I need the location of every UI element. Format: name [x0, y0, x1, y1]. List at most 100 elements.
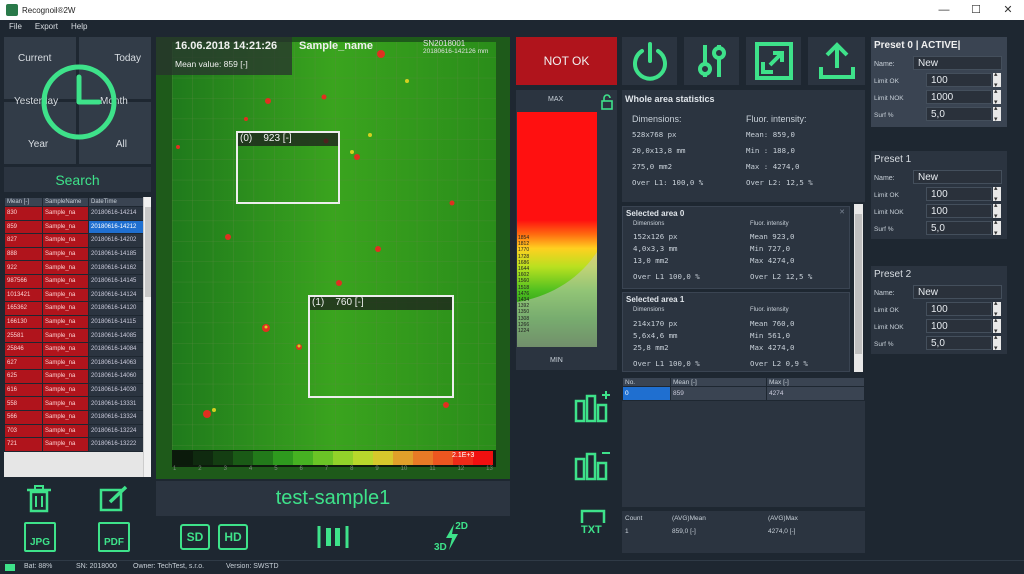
results-col-no[interactable]: No.	[622, 377, 671, 387]
row-mean: 1013421	[4, 287, 43, 303]
summary-table-panel: Count (AVG)Mean (AVG)Max 1 859,0 [-] 427…	[622, 511, 865, 553]
table-row[interactable]: 827 Sample_na 20180616-14202	[4, 233, 151, 248]
table-row[interactable]: 1013421 Sample_na 20180616-14124	[4, 287, 151, 303]
table-row[interactable]: 165362 Sample_na 20180616-14120	[4, 301, 151, 316]
preset-surf-input[interactable]: 5,0	[926, 107, 992, 121]
edit-icon[interactable]	[98, 485, 130, 513]
results-col-mean[interactable]: Mean [-]	[670, 377, 767, 387]
preset-1[interactable]: Preset 1 Name: New Limit OK 100 Limit NOK 100 S…	[871, 151, 1007, 239]
row-samplename: Sample_na	[42, 273, 89, 289]
table-row[interactable]: 566 Sample_na 20180616-13324	[4, 409, 151, 425]
maximize-button[interactable]: ☐	[960, 0, 992, 20]
colorbar-panel: MAX 1854 1812 1770 1728 1686 1644 1602 1560 1518…	[516, 90, 617, 370]
preset-limit-ok-input[interactable]: 100	[926, 302, 992, 316]
area0-fluor-label: Fluor. intensity	[750, 221, 789, 227]
areas-scrollbar[interactable]	[854, 204, 863, 372]
export-pdf-button[interactable]: PDF	[98, 522, 130, 552]
row-datetime: 20180616-14214	[88, 206, 151, 221]
add-area-icon[interactable]	[574, 389, 612, 423]
preset-limit-nok-input[interactable]: 100	[926, 319, 992, 333]
table-row[interactable]: 703 Sample_na 20180616-13224	[4, 423, 151, 439]
table-row[interactable]: 625 Sample_na 20180616-14060	[4, 369, 151, 384]
fit-width-icon[interactable]	[316, 523, 350, 551]
table-row[interactable]: 987566 Sample_na 20180616-14145	[4, 273, 151, 289]
table-row[interactable]: 859 Sample_na 20180616-14212	[4, 219, 151, 235]
view-2d-3d-toggle[interactable]: 2D 3D	[432, 521, 468, 553]
preset-surf-stepper[interactable]	[993, 104, 1001, 123]
row-datetime: 20180616-14115	[88, 314, 151, 330]
export-jpg-button[interactable]: JPG	[24, 522, 56, 552]
row-samplename: Sample_na	[42, 314, 89, 330]
preset-name-input[interactable]: New	[913, 170, 1002, 184]
preset-surf-input[interactable]: 5,0	[926, 336, 992, 350]
preset-limit-nok-stepper[interactable]	[993, 201, 1001, 220]
table-row[interactable]: 25581 Sample_na 20180616-14085	[4, 328, 151, 343]
menu-help[interactable]: Help	[71, 20, 87, 33]
preset-limit-ok-input[interactable]: 100	[926, 187, 992, 201]
close-button[interactable]: ✕	[992, 0, 1024, 20]
preset-nok-label: Limit NOK	[874, 95, 904, 102]
whole-fluor-label: Fluor. intensity:	[746, 114, 807, 124]
row-samplename: Sample_na	[42, 233, 89, 248]
preset-surf-input[interactable]: 5,0	[926, 221, 992, 235]
table-scrollbar[interactable]	[143, 197, 151, 477]
table-scrollbar-thumb[interactable]	[145, 207, 151, 297]
preset-0[interactable]: Preset 0 | ACTIVE| Name: New Limit OK 100 Lim…	[871, 37, 1007, 127]
table-row[interactable]: 627 Sample_na 20180616-14063	[4, 355, 151, 371]
table-row[interactable]: 888 Sample_na 20180616-14185	[4, 246, 151, 262]
preset-limit-ok-input[interactable]: 100	[926, 73, 992, 87]
preset-name-input[interactable]: New	[913, 56, 1002, 70]
whole-area-title: Whole area statistics	[625, 94, 715, 104]
preset-limit-nok-stepper[interactable]	[993, 316, 1001, 335]
expand-button[interactable]	[746, 37, 801, 85]
table-row[interactable]: 830 Sample_na 20180616-14214	[4, 206, 151, 221]
preset-limit-ok-stepper[interactable]	[993, 299, 1001, 318]
preset-limit-nok-input[interactable]: 1000	[926, 90, 992, 104]
table-row[interactable]: 922 Sample_na 20180616-14162	[4, 260, 151, 275]
roi-area-1[interactable]: (1) 760 [-]	[308, 295, 454, 398]
results-col-max[interactable]: Max [-]	[766, 377, 865, 387]
close-icon[interactable]: ✕	[839, 208, 845, 216]
table-row[interactable]: 25846 Sample_na 20180616-14084	[4, 341, 151, 357]
export-txt-button[interactable]: TXT	[578, 509, 608, 541]
preset-limit-ok-stepper[interactable]	[993, 184, 1001, 203]
power-button[interactable]	[622, 37, 677, 85]
menu-file[interactable]: File	[9, 20, 22, 33]
settings-button[interactable]	[684, 37, 739, 85]
table-row[interactable]: 166130 Sample_na 20180616-14115	[4, 314, 151, 330]
results-row[interactable]: 0 859 4274	[622, 386, 865, 401]
lock-icon[interactable]	[600, 94, 614, 110]
col-samplename[interactable]: SampleName	[42, 197, 89, 207]
preset-name-input[interactable]: New	[913, 285, 1002, 299]
row-mean: 558	[4, 396, 43, 411]
col-datetime[interactable]: DateTime	[88, 197, 151, 207]
delete-icon[interactable]	[24, 485, 54, 513]
remove-area-icon[interactable]	[574, 447, 612, 481]
fluorescence-image[interactable]	[156, 37, 510, 479]
preset-limit-ok-stepper[interactable]	[993, 70, 1001, 89]
result-status-button[interactable]: NOT OK	[516, 37, 617, 85]
areas-scrollbar-thumb[interactable]	[855, 214, 862, 354]
table-row[interactable]: 558 Sample_na 20180616-13331	[4, 396, 151, 411]
selected-area-0[interactable]: Selected area 0 ✕ Dimensions Fluor. inte…	[622, 206, 850, 289]
sample-title-bar: test-sample1	[156, 481, 510, 516]
preset-limit-nok-stepper[interactable]	[993, 87, 1001, 106]
hd-button[interactable]: HD	[218, 524, 248, 550]
table-row[interactable]: 616 Sample_na 20180616-14030	[4, 382, 151, 398]
row-mean: 922	[4, 260, 43, 275]
table-row[interactable]: 721 Sample_na 20180616-13222	[4, 437, 151, 452]
minimize-button[interactable]: —	[928, 0, 960, 20]
preset-surf-stepper[interactable]	[993, 333, 1001, 352]
preset-2[interactable]: Preset 2 Name: New Limit OK 100 Limit NOK 100 S…	[871, 266, 1007, 354]
search-button[interactable]: Search	[4, 167, 151, 192]
menu-export[interactable]: Export	[35, 20, 58, 33]
preset-limit-nok-input[interactable]: 100	[926, 204, 992, 218]
roi-area-0[interactable]: (0) 923 [-]	[236, 131, 340, 204]
colorbar-tick: 1224	[518, 328, 530, 335]
selected-area-1[interactable]: Selected area 1 Dimensions Fluor. intens…	[622, 292, 850, 372]
sample-table-header: Mean [-] SampleName DateTime	[4, 197, 151, 207]
preset-surf-stepper[interactable]	[993, 218, 1001, 237]
col-mean[interactable]: Mean [-]	[4, 197, 43, 207]
sd-button[interactable]: SD	[180, 524, 210, 550]
upload-button[interactable]	[808, 37, 865, 85]
